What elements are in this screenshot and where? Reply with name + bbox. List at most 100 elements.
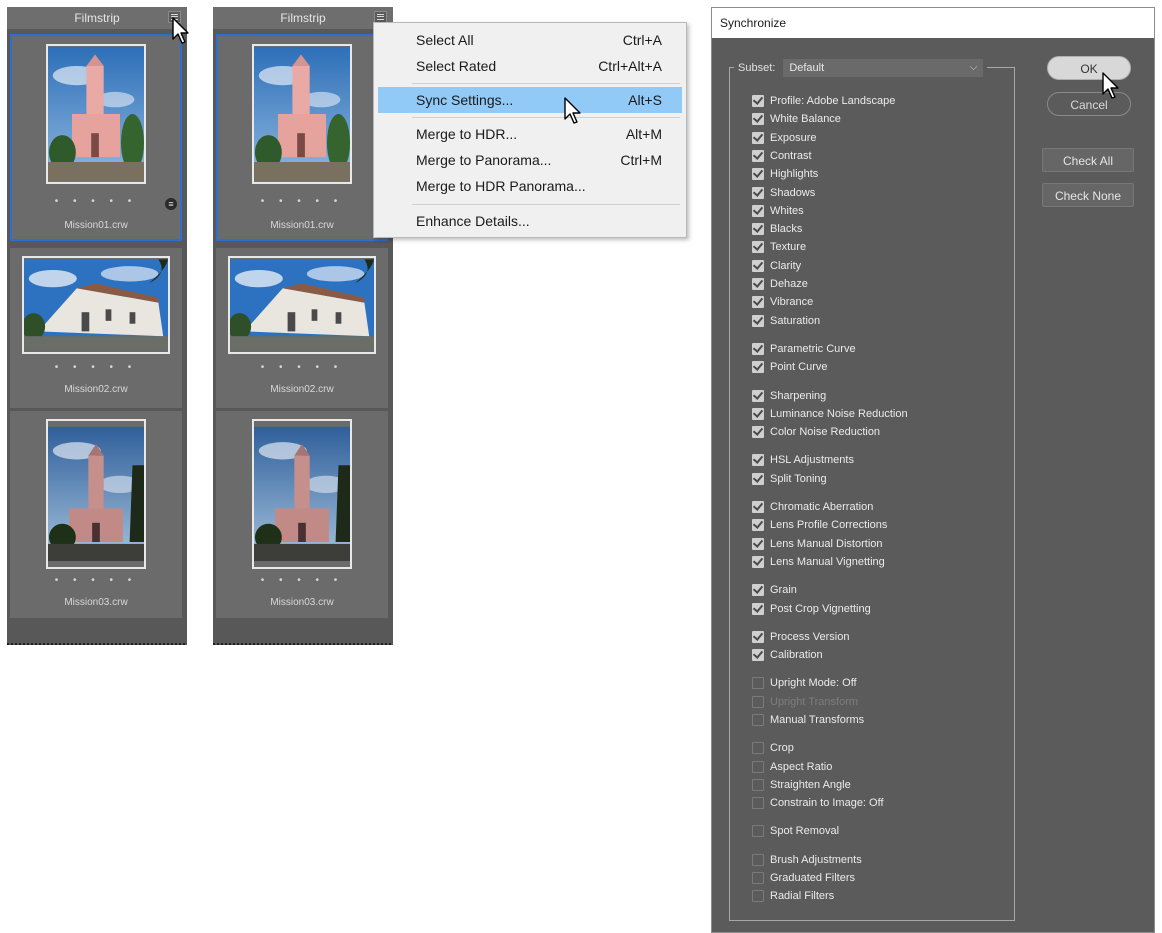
- sync-option-checkbox[interactable]: Parametric Curve: [752, 341, 856, 357]
- sync-option-checkbox[interactable]: Upright Mode: Off: [752, 675, 857, 691]
- thumbnail-mission02[interactable]: • • • • • Mission02.crw: [216, 248, 388, 408]
- sync-option-checkbox[interactable]: Dehaze: [752, 276, 808, 292]
- checkbox-icon[interactable]: [752, 649, 764, 661]
- menu-item-merge-to-hdr[interactable]: Merge to HDR... Alt+M: [378, 121, 682, 147]
- check-all-button[interactable]: Check All: [1042, 148, 1134, 172]
- checkbox-icon[interactable]: [752, 779, 764, 791]
- menu-item-merge-to-panorama[interactable]: Merge to Panorama... Ctrl+M: [378, 147, 682, 173]
- sync-option-checkbox[interactable]: Luminance Noise Reduction: [752, 406, 908, 422]
- sync-option-checkbox[interactable]: Aspect Ratio: [752, 759, 832, 775]
- checkbox-icon[interactable]: [752, 854, 764, 866]
- menu-item-sync-settings[interactable]: Sync Settings... Alt+S: [378, 87, 682, 113]
- sync-option-checkbox[interactable]: Grain: [752, 582, 797, 598]
- checkbox-icon[interactable]: [752, 742, 764, 754]
- rating-dots[interactable]: • • • • •: [10, 575, 182, 586]
- sync-option-checkbox[interactable]: Shadows: [752, 185, 815, 201]
- sync-option-checkbox[interactable]: HSL Adjustments: [752, 452, 854, 468]
- sync-option-checkbox[interactable]: Contrast: [752, 148, 812, 164]
- sync-option-checkbox[interactable]: Sharpening: [752, 388, 826, 404]
- checkbox-icon[interactable]: [752, 631, 764, 643]
- rating-dots[interactable]: • • • • •: [216, 575, 388, 586]
- checkbox-icon[interactable]: [752, 278, 764, 290]
- checkbox-icon[interactable]: [752, 714, 764, 726]
- sync-option-checkbox[interactable]: Spot Removal: [752, 823, 839, 839]
- checkbox-icon[interactable]: [752, 890, 764, 902]
- menu-item-merge-to-hdr-panorama[interactable]: Merge to HDR Panorama...: [378, 173, 682, 199]
- rating-dots[interactable]: • • • • •: [218, 196, 386, 207]
- checkbox-icon[interactable]: [752, 696, 764, 708]
- sync-option-checkbox[interactable]: Saturation: [752, 313, 820, 329]
- checkbox-icon[interactable]: [752, 343, 764, 355]
- thumbnail-mission01[interactable]: • • • • • Mission01.crw: [216, 34, 388, 241]
- checkbox-icon[interactable]: [752, 296, 764, 308]
- checkbox-icon[interactable]: [752, 677, 764, 689]
- checkbox-icon[interactable]: [752, 584, 764, 596]
- menu-item-enhance-details[interactable]: Enhance Details...: [378, 208, 682, 234]
- checkbox-icon[interactable]: [752, 825, 764, 837]
- checkbox-icon[interactable]: [752, 168, 764, 180]
- checkbox-icon[interactable]: [752, 603, 764, 615]
- sync-option-checkbox[interactable]: Exposure: [752, 130, 816, 146]
- sync-option-checkbox[interactable]: Process Version: [752, 629, 849, 645]
- checkbox-icon[interactable]: [752, 205, 764, 217]
- check-none-button[interactable]: Check None: [1042, 183, 1134, 207]
- sync-option-checkbox[interactable]: Graduated Filters: [752, 870, 855, 886]
- checkbox-icon[interactable]: [752, 95, 764, 107]
- sync-option-checkbox[interactable]: Color Noise Reduction: [752, 424, 880, 440]
- rating-dots[interactable]: • • • • •: [10, 362, 182, 373]
- sync-option-checkbox[interactable]: Radial Filters: [752, 888, 834, 904]
- checkbox-icon[interactable]: [752, 426, 764, 438]
- sync-option-checkbox[interactable]: Constrain to Image: Off: [752, 795, 884, 811]
- checkbox-icon[interactable]: [752, 408, 764, 420]
- checkbox-icon[interactable]: [752, 113, 764, 125]
- checkbox-icon[interactable]: [752, 538, 764, 550]
- sync-option-checkbox[interactable]: Split Toning: [752, 471, 827, 487]
- sync-option-checkbox[interactable]: Lens Manual Vignetting: [752, 554, 885, 570]
- checkbox-icon[interactable]: [752, 315, 764, 327]
- checkbox-icon[interactable]: [752, 187, 764, 199]
- checkbox-icon[interactable]: [752, 260, 764, 272]
- sync-option-checkbox[interactable]: Calibration: [752, 647, 823, 663]
- checkbox-icon[interactable]: [752, 761, 764, 773]
- sync-option-checkbox[interactable]: Profile: Adobe Landscape: [752, 93, 895, 109]
- checkbox-icon[interactable]: [752, 361, 764, 373]
- thumbnail-mission02[interactable]: • • • • • Mission02.crw: [10, 248, 182, 408]
- sync-option-checkbox[interactable]: Manual Transforms: [752, 712, 864, 728]
- thumbnail-mission03[interactable]: • • • • • Mission03.crw: [216, 411, 388, 618]
- checkbox-icon[interactable]: [752, 872, 764, 884]
- sync-option-checkbox[interactable]: White Balance: [752, 111, 841, 127]
- checkbox-icon[interactable]: [752, 454, 764, 466]
- sync-option-checkbox[interactable]: Lens Manual Distortion: [752, 536, 883, 552]
- sync-option-checkbox[interactable]: Highlights: [752, 166, 818, 182]
- sync-option-checkbox[interactable]: Texture: [752, 239, 806, 255]
- sync-option-checkbox[interactable]: Point Curve: [752, 359, 827, 375]
- checkbox-icon[interactable]: [752, 132, 764, 144]
- sync-option-checkbox[interactable]: Crop: [752, 740, 794, 756]
- thumbnail-mission03[interactable]: • • • • • Mission03.crw: [10, 411, 182, 618]
- sync-option-checkbox[interactable]: Whites: [752, 203, 804, 219]
- checkbox-icon[interactable]: [752, 473, 764, 485]
- checkbox-icon[interactable]: [752, 501, 764, 513]
- menu-item-select-rated[interactable]: Select Rated Ctrl+Alt+A: [378, 53, 682, 79]
- sync-option-checkbox[interactable]: Straighten Angle: [752, 777, 851, 793]
- subset-dropdown[interactable]: Default ⌵: [783, 59, 984, 77]
- sync-option-checkbox[interactable]: Chromatic Aberration: [752, 499, 873, 515]
- rating-dots[interactable]: • • • • •: [216, 362, 388, 373]
- rating-dots[interactable]: • • • • •: [12, 196, 180, 207]
- menu-item-select-all[interactable]: Select All Ctrl+A: [378, 27, 682, 53]
- sync-option-checkbox[interactable]: Brush Adjustments: [752, 852, 862, 868]
- checkbox-icon[interactable]: [752, 241, 764, 253]
- checkbox-icon[interactable]: [752, 390, 764, 402]
- sync-option-checkbox[interactable]: Upright Transform: [752, 694, 858, 710]
- thumbnail-mission01[interactable]: • • • • • ≡ Mission01.crw: [10, 34, 182, 241]
- checkbox-icon[interactable]: [752, 223, 764, 235]
- checkbox-icon[interactable]: [752, 519, 764, 531]
- checkbox-icon[interactable]: [752, 150, 764, 162]
- checkbox-icon[interactable]: [752, 797, 764, 809]
- sync-option-checkbox[interactable]: Clarity: [752, 258, 801, 274]
- sync-option-checkbox[interactable]: Post Crop Vignetting: [752, 601, 871, 617]
- sync-option-checkbox[interactable]: Blacks: [752, 221, 802, 237]
- checkbox-icon[interactable]: [752, 556, 764, 568]
- sync-option-checkbox[interactable]: Lens Profile Corrections: [752, 517, 887, 533]
- sync-option-checkbox[interactable]: Vibrance: [752, 294, 813, 310]
